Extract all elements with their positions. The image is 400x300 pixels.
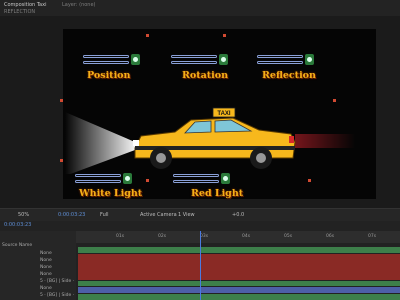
rotation-slider-bottom[interactable] bbox=[171, 61, 217, 64]
position-slider-top[interactable] bbox=[83, 55, 129, 58]
reflection-label: Reflection bbox=[262, 70, 316, 81]
reflection-subtab[interactable]: REFLECTION bbox=[4, 9, 35, 15]
headlight bbox=[133, 140, 139, 146]
red-light-slider-bottom[interactable] bbox=[173, 180, 219, 183]
ruler-tick: 02s bbox=[158, 234, 167, 239]
ruler-tick: 04s bbox=[242, 234, 251, 239]
selection-handle[interactable] bbox=[223, 34, 226, 37]
selection-handle[interactable] bbox=[146, 179, 149, 182]
zoom-dropdown[interactable]: 50% bbox=[18, 212, 29, 218]
rotation-slider-top[interactable] bbox=[171, 55, 217, 58]
viewer-timecode[interactable]: 0:00:03:23 bbox=[58, 212, 85, 218]
ruler-tick: 01s bbox=[116, 234, 125, 239]
ruler-tick: 03s bbox=[200, 234, 209, 239]
view-layout-dropdown[interactable]: 1 View bbox=[178, 212, 195, 218]
rotation-knob-icon[interactable] bbox=[219, 54, 228, 65]
timeline-current-time[interactable]: 0:00:03:23 bbox=[4, 222, 31, 228]
ruler-tick: 07s bbox=[368, 234, 377, 239]
selection-handle[interactable] bbox=[308, 179, 311, 182]
front-hubcap bbox=[156, 153, 166, 163]
rotation-label: Rotation bbox=[182, 70, 229, 81]
taxi-sign-text: TAXI bbox=[217, 111, 231, 117]
composition-tab[interactable]: Composition Taxi bbox=[4, 2, 46, 8]
red-light-knob-icon[interactable] bbox=[221, 173, 230, 184]
reflection-slider-top[interactable] bbox=[257, 55, 303, 58]
resolution-dropdown[interactable]: Full bbox=[100, 212, 109, 218]
rear-light-glow bbox=[295, 134, 355, 148]
headlight-beam bbox=[65, 112, 135, 174]
white-light-slider-top[interactable] bbox=[75, 174, 121, 177]
ruler-tick: 05s bbox=[284, 234, 293, 239]
timeline-track-green-3[interactable] bbox=[78, 294, 400, 300]
panel-tab-bar: Composition Taxi REFLECTION Layer: (none… bbox=[0, 0, 400, 16]
rear-hubcap bbox=[256, 153, 266, 163]
viewer-toolbar: 50% 0:00:03:23 Full Active Camera 1 View… bbox=[0, 208, 400, 222]
timeline-track-red[interactable] bbox=[78, 254, 400, 280]
ruler-tick: 06s bbox=[326, 234, 335, 239]
position-slider-bottom[interactable] bbox=[83, 61, 129, 64]
timeline-track-green[interactable] bbox=[78, 247, 400, 253]
white-light-label: White Light bbox=[79, 188, 143, 199]
timeline-track-blue[interactable] bbox=[78, 287, 400, 293]
red-light-label: Red Light bbox=[191, 188, 244, 199]
composition-canvas[interactable]: Position Rotation Reflection White Light… bbox=[60, 29, 376, 199]
source-name-header: Source Name bbox=[2, 243, 33, 248]
time-ruler[interactable]: 01s 02s 03s 04s 05s 06s 07s bbox=[76, 231, 400, 243]
selection-handle[interactable] bbox=[146, 34, 149, 37]
layer-tab[interactable]: Layer: (none) bbox=[62, 2, 96, 8]
layer-list: Source Name None None None None 5 · [BG]… bbox=[0, 231, 76, 300]
exposure-value[interactable]: +0.0 bbox=[232, 212, 244, 218]
tail-light bbox=[289, 136, 294, 143]
taxi-illustration[interactable]: TAXI bbox=[63, 84, 376, 174]
white-light-knob-icon[interactable] bbox=[123, 173, 132, 184]
reflection-slider-bottom[interactable] bbox=[257, 61, 303, 64]
timeline-track-green-2[interactable] bbox=[78, 281, 400, 286]
reflection-knob-icon[interactable] bbox=[305, 54, 314, 65]
camera-dropdown[interactable]: Active Camera bbox=[140, 212, 177, 218]
playhead[interactable] bbox=[200, 231, 201, 300]
position-knob-icon[interactable] bbox=[131, 54, 140, 65]
position-label: Position bbox=[87, 70, 131, 81]
white-light-slider-bottom[interactable] bbox=[75, 180, 121, 183]
red-light-slider-top[interactable] bbox=[173, 174, 219, 177]
